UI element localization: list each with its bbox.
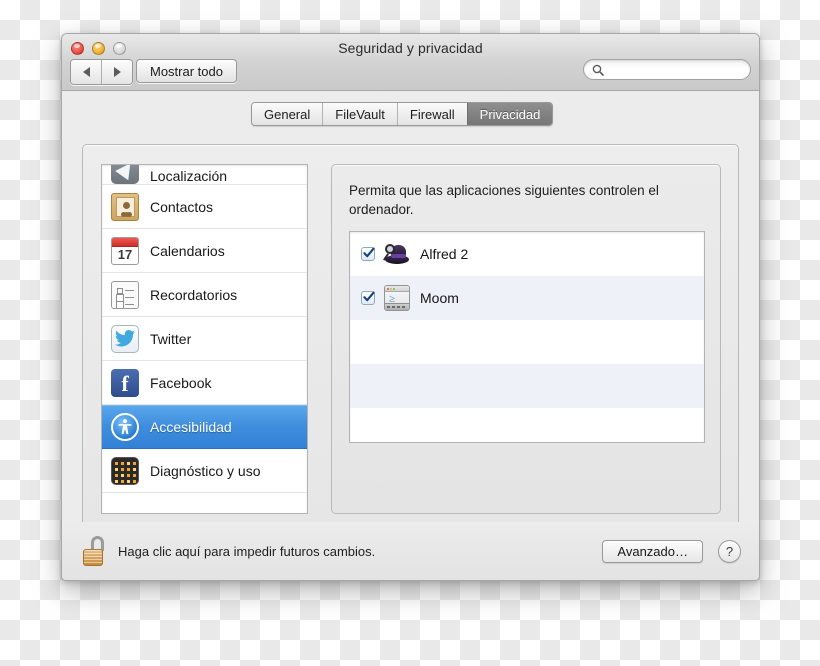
window-title: Seguridad y privacidad [338,40,483,56]
tab-privacidad[interactable]: Privacidad [466,103,553,125]
table-row-empty [350,320,704,364]
accessibility-detail-box: Permita que las aplicaciones siguientes … [331,164,721,514]
preferences-window: Seguridad y privacidad Mostrar todo Gene… [61,33,760,581]
advanced-button[interactable]: Avanzado… [602,540,703,563]
sidebar-item-label: Contactos [150,198,214,215]
forward-arrow-icon [113,67,121,77]
search-field[interactable] [583,59,751,80]
sidebar-item-label: Diagnóstico y uso [150,462,261,479]
twitter-bird-glyph [115,330,135,347]
forward-button[interactable] [101,60,132,84]
window-titlebar: Seguridad y privacidad Mostrar todo [62,34,759,91]
reminders-checklist-icon [111,280,139,309]
sidebar-item-localizacion[interactable]: Localización [102,165,307,185]
location-arrow-icon [111,165,139,184]
accessibility-icon [111,413,139,441]
tab-general[interactable]: General [252,103,323,125]
sidebar-item-label: Localización [150,168,228,184]
sidebar-item-label: Twitter [150,330,192,347]
sidebar-item-label: Accesibilidad [150,419,232,435]
search-icon [592,64,604,76]
privacy-category-list[interactable]: Localización Contactos 17 Calendarios Re… [101,164,308,514]
twitter-bird-icon [111,324,139,353]
table-row[interactable]: ≥ Moom [350,276,704,320]
sidebar-item-label: Recordatorios [150,286,238,303]
search-input[interactable] [609,61,742,78]
app-checkbox[interactable] [361,291,375,305]
tab-firewall[interactable]: Firewall [396,103,467,125]
sidebar-item-calendarios[interactable]: 17 Calendarios [102,229,307,273]
sidebar-item-twitter[interactable]: Twitter [102,317,307,361]
table-row-empty [350,408,704,442]
diagnostics-icon [111,456,139,485]
contacts-book-icon [111,192,139,221]
table-row-empty [350,364,704,408]
sidebar-item-label: Calendarios [150,242,225,259]
moom-window-icon: ≥ [384,285,410,311]
checkmark-icon [363,247,375,258]
nav-segmented-control [70,59,133,85]
alfred-hat-icon [382,241,410,267]
padlock-open-icon[interactable] [81,536,107,566]
content-panel: Localización Contactos 17 Calendarios Re… [82,144,739,534]
tab-group: General FileVault Firewall Privacidad [251,102,554,126]
lock-hint-text: Haga clic aquí para impedir futuros camb… [118,544,376,559]
tab-strip: General FileVault Firewall Privacidad [62,91,759,126]
description-text: Permita que las aplicaciones siguientes … [349,183,659,217]
facebook-f-icon: f [111,368,139,397]
bottom-bar: Haga clic aquí para impedir futuros camb… [62,522,759,580]
accessibility-glyph [118,419,132,435]
toolbar: Mostrar todo [62,59,759,89]
tab-filevault[interactable]: FileVault [322,103,397,125]
app-name: Moom [420,290,459,306]
app-name: Alfred 2 [420,246,469,262]
sidebar-item-accesibilidad[interactable]: Accesibilidad [102,405,307,449]
allowed-apps-list[interactable]: Alfred 2 ≥ Moom [349,231,705,443]
sidebar-item-label: Facebook [150,374,212,391]
app-checkbox[interactable] [361,247,375,261]
checkmark-icon [363,291,375,302]
back-button[interactable] [71,60,101,84]
back-arrow-icon [82,67,90,77]
sidebar-item-diagnostico-y-uso[interactable]: Diagnóstico y uso [102,449,307,493]
sidebar-item-recordatorios[interactable]: Recordatorios [102,273,307,317]
calendar-icon: 17 [111,236,139,265]
calendar-day-number: 17 [117,247,133,262]
help-button[interactable]: ? [718,540,741,563]
sidebar-item-facebook[interactable]: f Facebook [102,361,307,405]
table-row[interactable]: Alfred 2 [350,232,704,276]
show-all-button[interactable]: Mostrar todo [136,59,237,83]
sidebar-item-contactos[interactable]: Contactos [102,185,307,229]
